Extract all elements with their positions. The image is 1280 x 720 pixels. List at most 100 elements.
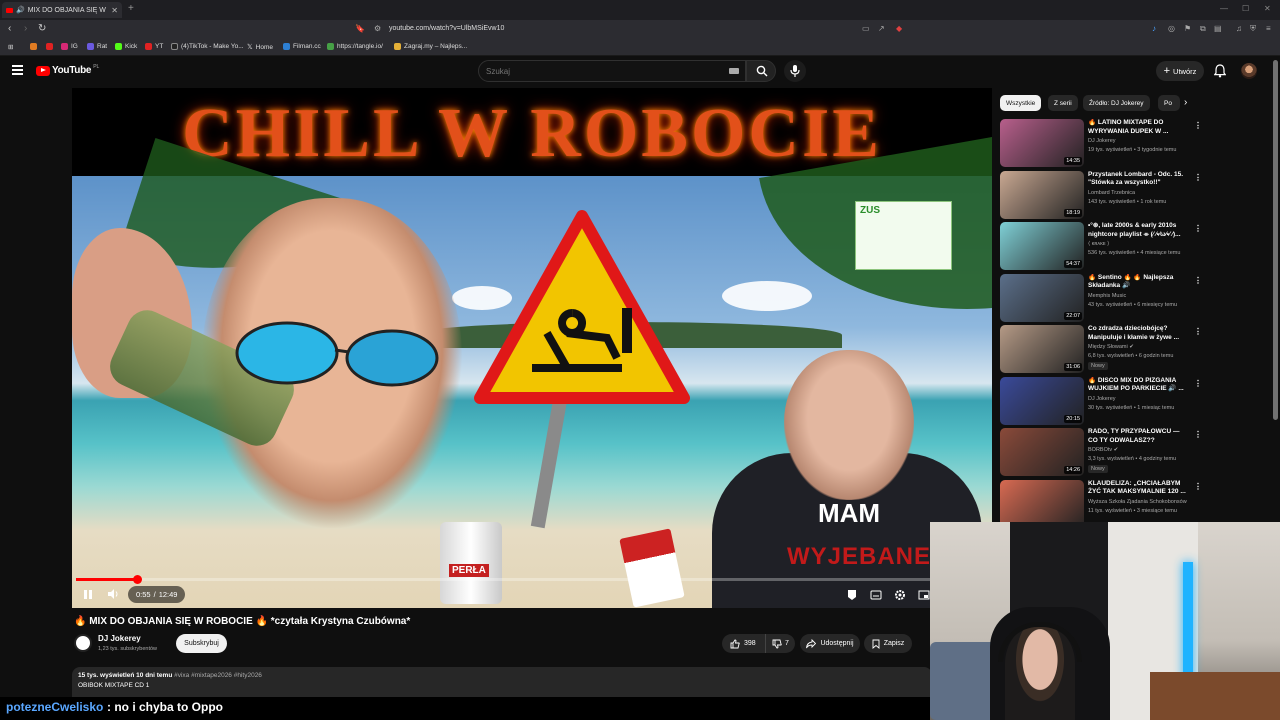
more-options-icon[interactable]: ⋮ [1194,224,1202,233]
recommendation-channel[interactable]: Wyższa Szkoła Zjadania Schokobonsów [1088,499,1187,505]
maximize-icon[interactable]: ☐ [1242,4,1249,13]
recommendation-item[interactable]: 22:07 🔥 Sentino 🔥 🔥 Najlepsza Składanka 🔊… [1000,273,1202,322]
create-button[interactable]: + Utwórz [1156,61,1204,81]
recommendation-title[interactable]: Co zdradza dzieciobójcę? Manipuluje i kł… [1088,325,1188,342]
recommendation-item[interactable]: KLAUDELIZA: „CHCIAŁABYM ŻYĆ TAK MAKSYMAL… [1000,479,1202,528]
puzzle-icon[interactable]: ⧉ [1200,24,1206,34]
recommendation-channel[interactable]: DJ Jokerey [1088,138,1116,144]
recommendation-title[interactable]: •°⊛, late 2000s & early 2010s nightcore … [1088,222,1188,239]
chip-all[interactable]: Wszystkie [1000,95,1042,111]
back-icon[interactable]: ‹ [8,23,11,34]
recommendation-title[interactable]: 🔥 DISCO MIX DO PIZGANIA WUJKIEM PO PARKI… [1088,377,1188,394]
save-button[interactable]: Zapisz [864,634,912,653]
site-info-icon[interactable]: ⚙ [374,24,381,33]
voice-search-button[interactable] [784,60,806,82]
bookmark-filman[interactable]: Filman.cc [283,43,321,50]
recommendation-thumbnail[interactable]: 22:07 [1000,273,1084,322]
recommendation-title[interactable]: 🔥 Sentino 🔥 🔥 Najlepsza Składanka 🔊 [1088,274,1188,291]
video-player[interactable]: CHILL W ROBOCIE ZUS MAM WYJEBANE PERŁA [72,88,992,608]
chip-source[interactable]: Źródło: DJ Jokerey [1083,95,1150,111]
subtitles-icon[interactable] [870,588,882,606]
recommendation-thumbnail[interactable]: 14:26 [1000,428,1084,476]
progress-scrubber[interactable] [132,575,142,584]
miniplayer-icon[interactable] [918,588,930,606]
recommendation-channel[interactable]: BORBOtv ✔ [1088,447,1118,453]
bookmark-home[interactable]: 𝕏 Home [247,43,273,52]
recommendation-thumbnail[interactable]: 31:06 [1000,325,1084,373]
chevron-right-icon[interactable]: › [1184,97,1187,108]
audio-icon[interactable]: 🔊 [16,6,25,14]
volume-icon[interactable] [107,588,119,600]
chip-series[interactable]: Z serii [1048,95,1078,111]
hamburger-menu-icon[interactable] [12,65,23,75]
progress-bar[interactable] [76,575,934,584]
more-options-icon[interactable]: ⋮ [1194,173,1202,182]
recommendation-title[interactable]: 🔥 LATINO MIXTAPE DO WYRYWANIA DUPEK W ..… [1088,119,1188,136]
minimize-icon[interactable]: — [1220,4,1228,13]
recommendation-item[interactable]: 14:26 RADO, TY PRZYPAŁOWCU — CO TY ODWALA… [1000,428,1202,476]
bookmark-folder-icon[interactable] [30,43,37,50]
recommendation-item[interactable]: 31:06 Co zdradza dzieciobójcę? Manipuluje… [1000,325,1202,373]
screenshot-icon[interactable]: ▭ [862,24,870,33]
more-options-icon[interactable]: ⋮ [1194,379,1202,388]
share-button[interactable]: Udostępnij [800,634,860,653]
extension-icon[interactable]: ⚑ [1184,24,1191,33]
keyboard-icon[interactable] [729,68,739,74]
bookmark-rat[interactable]: Rat [87,43,107,50]
recommendation-channel[interactable]: Między Słowami ✔ [1088,344,1134,350]
scrollbar[interactable] [1273,60,1278,420]
bookmark-zagraj[interactable]: Zagraj.my – Najleps... [394,43,467,50]
bookmark-ig[interactable]: IG [61,43,78,50]
url-field[interactable]: youtube.com/watch?v=UlbMSiEvw10 [389,25,504,32]
music-icon[interactable]: ♫ [1236,24,1242,33]
close-window-icon[interactable]: ✕ [1264,4,1271,13]
recommendation-channel[interactable]: DJ Jokerey [1088,396,1116,402]
bookmark-tiktok[interactable]: (4)TikTok - Make Yo... [171,43,244,50]
recommendation-thumbnail[interactable]: 18:19 [1000,170,1084,219]
forward-icon[interactable]: › [24,23,27,34]
recommendation-item[interactable]: 20:15 🔥 DISCO MIX DO PIZGANIA WUJKIEM PO … [1000,376,1202,425]
recommendation-title[interactable]: RADO, TY PRZYPAŁOWCU — CO TY ODWALASZ?? [1088,428,1188,445]
chip-more[interactable]: Po [1158,95,1180,111]
shield-icon[interactable]: ◆ [896,24,902,33]
recommendation-item[interactable]: 14:35 🔥 LATINO MIXTAPE DO WYRYWANIA DUPEK… [1000,119,1202,167]
pause-button[interactable] [81,589,95,601]
share-page-icon[interactable]: ↗ [878,24,885,33]
recommendation-title[interactable]: KLAUDELIZA: „CHCIAŁABYM ŻYĆ TAK MAKSYMAL… [1088,480,1188,497]
dislike-button[interactable]: 7 [766,639,789,649]
browser-tab[interactable]: 🔊 MIX DO OBJANIA SIĘ W ✕ [2,2,122,18]
menu-icon[interactable]: ≡ [1266,24,1271,33]
recommendation-channel[interactable]: Lombard Trzebnica [1088,190,1135,196]
more-options-icon[interactable]: ⋮ [1194,276,1202,285]
settings-gear-icon[interactable] [894,588,906,606]
hashtags[interactable]: #vixa #mixtape2026 #hity2026 [174,672,262,679]
recommendation-thumbnail[interactable] [1000,479,1084,528]
channel-avatar[interactable] [74,634,92,652]
apps-grid-icon[interactable]: ⊞ [8,43,13,51]
recommendation-channel[interactable]: ⟨ ᴋʀᴀᴋᴇ ⟩ [1088,241,1109,247]
notifications-bell-icon[interactable] [1214,64,1226,78]
youtube-logo[interactable]: YouTube PL [36,64,99,76]
extension-audio-icon[interactable]: ♪ [1152,24,1156,33]
recommendation-channel[interactable]: Memphis Music [1088,293,1126,299]
recommendation-thumbnail[interactable]: 14:35 [1000,119,1084,167]
autoplay-icon[interactable] [846,588,858,606]
more-options-icon[interactable]: ⋮ [1194,121,1202,130]
bookmark-icon[interactable]: 🔖 [355,24,365,33]
search-button[interactable] [746,60,776,82]
more-options-icon[interactable]: ⋮ [1194,327,1202,336]
recommendation-thumbnail[interactable]: 20:15 [1000,376,1084,425]
close-tab-icon[interactable]: ✕ [111,6,118,15]
more-options-icon[interactable]: ⋮ [1194,482,1202,491]
vpn-icon[interactable]: ⛨ [1250,24,1256,34]
bookmark-yt[interactable]: YT [145,43,163,50]
bookmark-tangle[interactable]: https://tangle.io/ [327,43,383,50]
more-options-icon[interactable]: ⋮ [1194,430,1202,439]
reload-icon[interactable]: ↻ [38,23,46,34]
recommendation-item[interactable]: 18:19 Przystanek Lombard - Odc. 15. "Stów… [1000,170,1202,219]
extension-icon[interactable]: ◎ [1168,24,1175,33]
sidebar-icon[interactable]: ▤ [1214,24,1222,33]
like-button[interactable]: 398 [722,634,766,653]
recommendation-title[interactable]: Przystanek Lombard - Odc. 15. "Stówka za… [1088,171,1188,188]
recommendation-item[interactable]: 54:37 •°⊛, late 2000s & early 2010s night… [1000,222,1202,270]
